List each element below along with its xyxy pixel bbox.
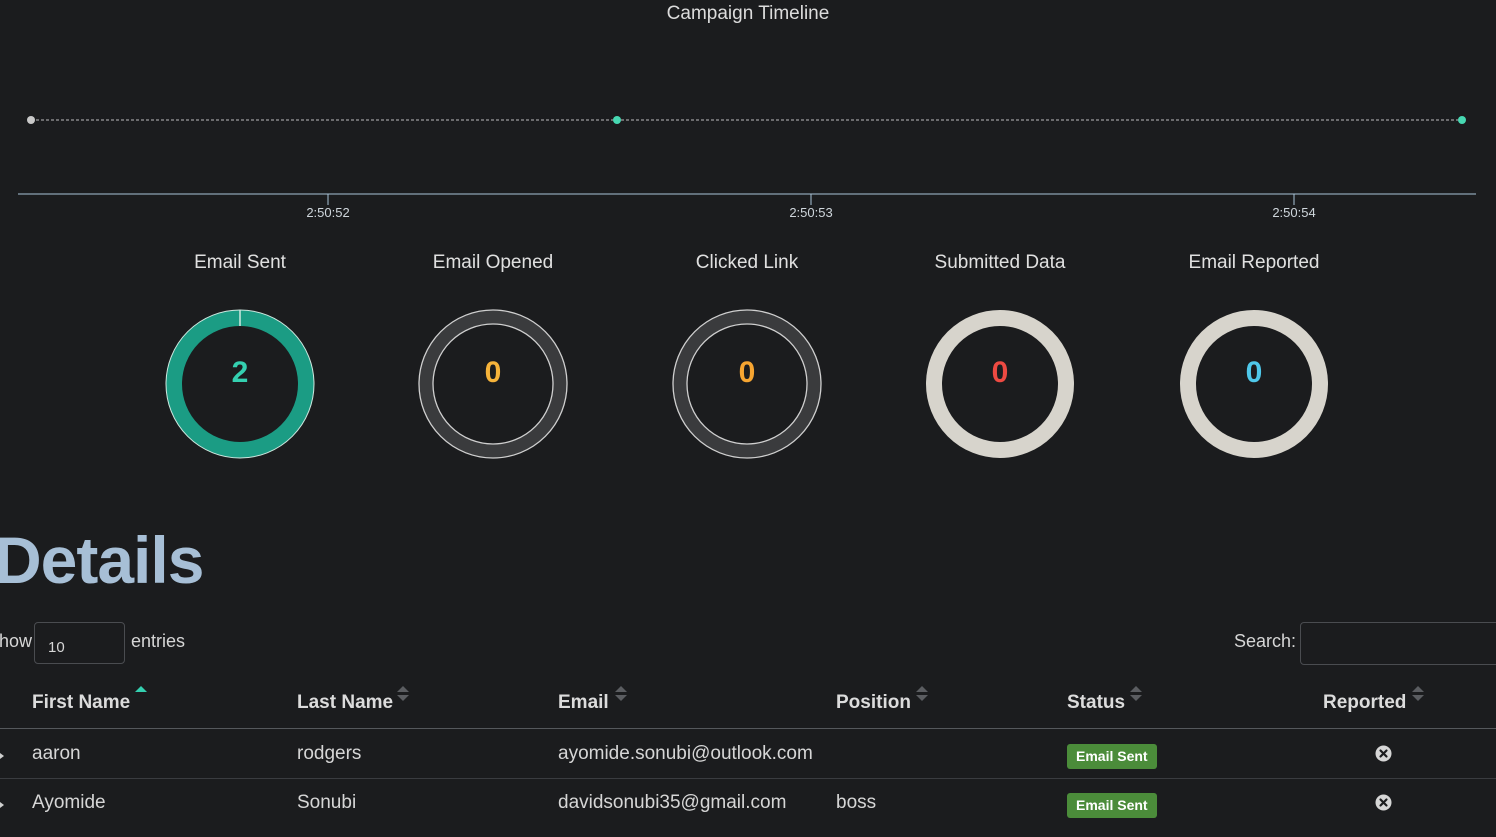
row-expand-icon[interactable] xyxy=(0,753,4,759)
timeline-event-point[interactable] xyxy=(1458,116,1466,124)
column-header-last-name[interactable]: Last Name xyxy=(297,692,393,714)
sort-icon[interactable] xyxy=(614,684,628,704)
table-header-divider xyxy=(0,728,1496,729)
stat-title: Email Sent xyxy=(194,252,286,273)
stat-donut-chart: 0 xyxy=(923,307,1077,461)
stat-title: Email Reported xyxy=(1188,252,1320,273)
stat-value: 0 xyxy=(1245,356,1263,389)
sort-icon[interactable] xyxy=(1411,684,1425,704)
cell-last-name: Sonubi xyxy=(297,792,357,813)
campaign-timeline-chart: 2:50:52 2:50:53 2:50:54 xyxy=(18,116,1476,220)
stat-donut-chart: 0 xyxy=(670,307,824,461)
entries-label: entries xyxy=(131,631,186,651)
timeline-tick-label: 2:50:54 xyxy=(1272,205,1315,220)
stat-value: 0 xyxy=(991,356,1009,389)
cell-first-name: aaron xyxy=(32,743,81,764)
sort-icon[interactable] xyxy=(1129,684,1143,704)
sort-icon[interactable] xyxy=(396,684,410,704)
stat-title: Email Opened xyxy=(432,252,554,273)
stat-value: 0 xyxy=(738,356,756,389)
stat-value: 0 xyxy=(484,356,502,389)
stat-donut-chart: 0 xyxy=(416,307,570,461)
status-badge: Email Sent xyxy=(1067,744,1157,769)
cell-first-name: Ayomide xyxy=(32,792,106,813)
cell-last-name: rodgers xyxy=(297,743,362,764)
timeline-tick-label: 2:50:53 xyxy=(789,205,832,220)
search-label: Search: xyxy=(1234,631,1297,651)
table-row-divider xyxy=(0,778,1496,779)
stat-title: Clicked Link xyxy=(695,252,799,273)
details-heading: Details xyxy=(0,523,204,597)
timeline-event-point[interactable] xyxy=(27,116,35,124)
timeline-event-point[interactable] xyxy=(613,116,621,124)
sort-icon[interactable] xyxy=(915,684,929,704)
cell-email: ayomide.sonubi@outlook.com xyxy=(558,743,813,764)
column-header-email[interactable]: Email xyxy=(558,692,609,714)
stat-donut-chart: 2 xyxy=(163,307,317,461)
cell-email: davidsonubi35@gmail.com xyxy=(558,792,787,813)
stat-value: 2 xyxy=(231,356,249,389)
show-label: how xyxy=(0,631,33,651)
close-circle-icon xyxy=(1375,745,1392,762)
cell-position: boss xyxy=(836,792,877,813)
stat-title: Submitted Data xyxy=(934,252,1066,273)
column-header-first-name[interactable]: First Name xyxy=(32,692,130,714)
close-circle-icon xyxy=(1375,794,1392,811)
stat-donut-chart: 0 xyxy=(1177,307,1331,461)
search-input[interactable] xyxy=(1300,622,1496,665)
page-length-select[interactable]: 10 xyxy=(34,622,125,664)
row-expand-icon[interactable] xyxy=(0,802,4,808)
column-header-reported[interactable]: Reported xyxy=(1323,692,1406,714)
status-badge: Email Sent xyxy=(1067,793,1157,818)
sort-ascending-icon[interactable] xyxy=(134,684,148,704)
column-header-status[interactable]: Status xyxy=(1067,692,1125,714)
timeline-tick-label: 2:50:52 xyxy=(306,205,349,220)
column-header-position[interactable]: Position xyxy=(836,692,911,714)
